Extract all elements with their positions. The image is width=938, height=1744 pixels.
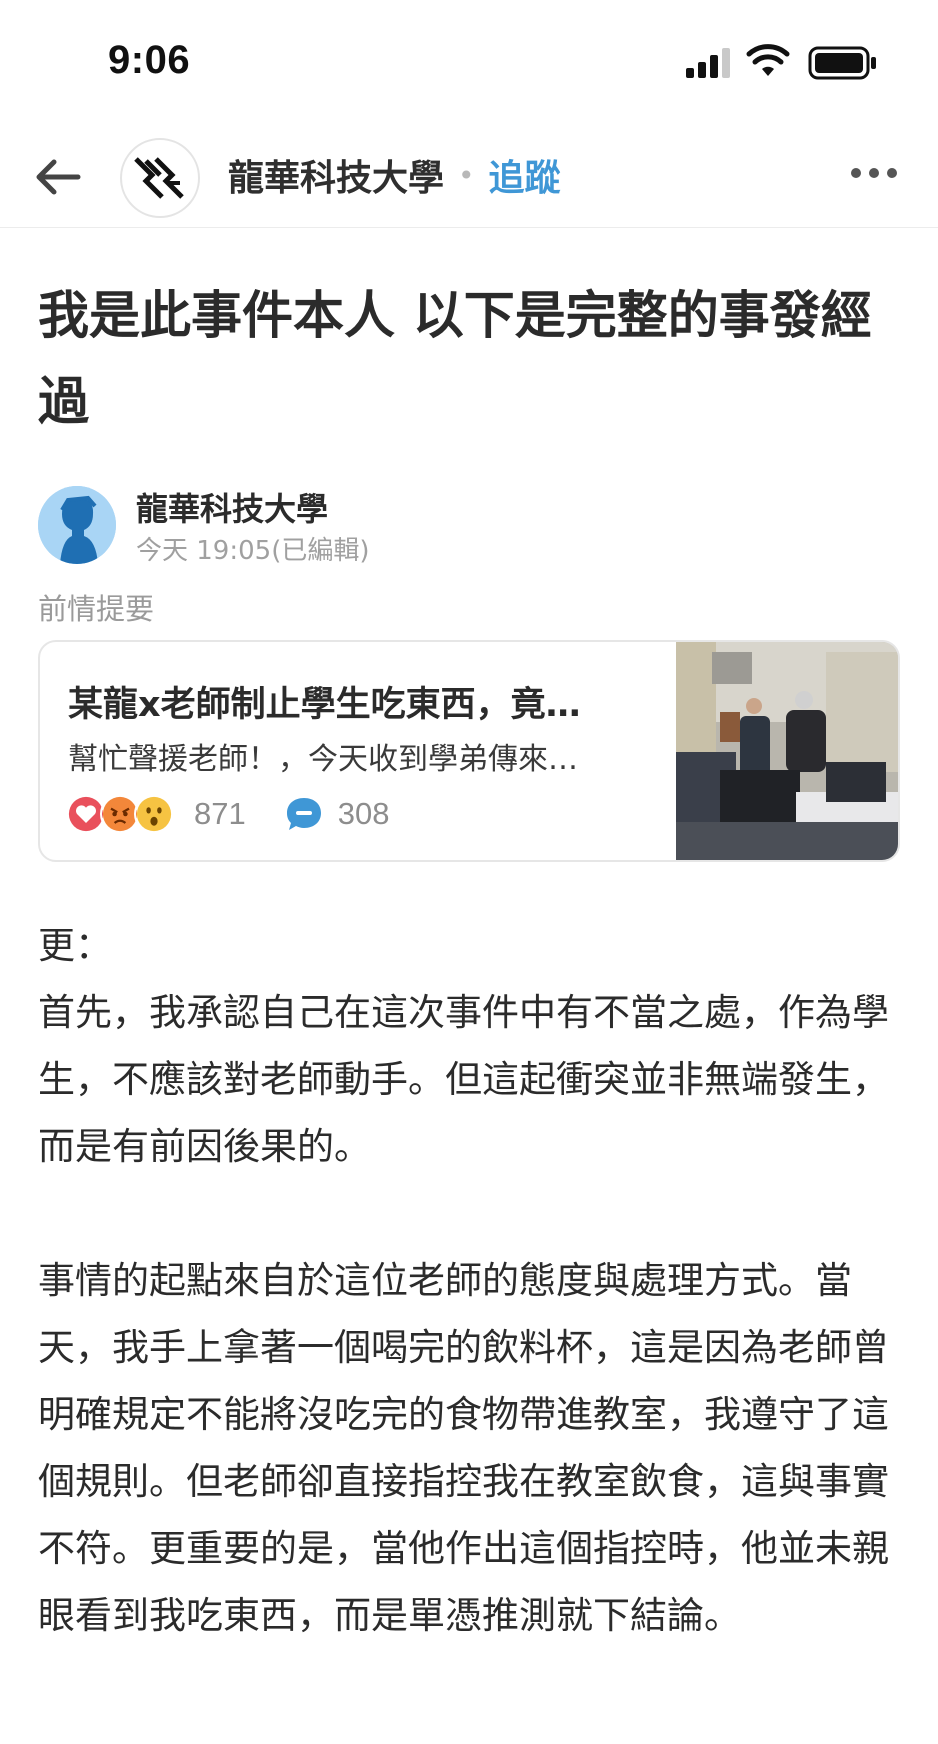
university-logo-icon <box>134 157 184 199</box>
board-avatar[interactable] <box>120 138 200 218</box>
reference-section-label: 前情提要 <box>38 592 155 626</box>
comment-count: 308 <box>337 796 390 831</box>
post-body: 更： 首先，我承認自己在這次事件中有不當之處，作為學生，不應該對老師動手。但這起… <box>38 912 906 1649</box>
board-name[interactable]: 龍華科技大學 <box>228 149 444 201</box>
classroom-photo-thumbnail <box>676 642 898 860</box>
author-name[interactable]: 龍華科技大學 <box>136 484 328 530</box>
avatar[interactable] <box>38 486 116 564</box>
follow-button[interactable]: 追蹤 <box>489 149 561 201</box>
comment-icon <box>286 798 321 830</box>
post-timestamp: 今天 19:05(已編輯) <box>136 536 370 566</box>
nav-title: 龍華科技大學 • 追蹤 <box>228 150 561 200</box>
referenced-post-title: 某龍x老師制止學生吃東西，竟… <box>68 685 581 725</box>
status-bar: 9:06 <box>0 0 938 120</box>
body-paragraph: 事情的起點來自於這位老師的態度與處理方式。當天，我手上拿著一個喝完的飲料杯，這是… <box>38 1259 889 1637</box>
referenced-post-excerpt: 幫忙聲援老師！，今天收到學弟傳來… <box>68 742 578 777</box>
cellular-signal-icon <box>686 48 730 78</box>
nav-bar: 龍華科技大學 • 追蹤 <box>0 128 938 228</box>
body-paragraph: 更： <box>38 924 112 967</box>
wifi-icon <box>746 44 790 76</box>
referenced-post-card[interactable]: 某龍x老師制止學生吃東西，竟… 幫忙聲援老師！，今天收到學弟傳來… 871 30… <box>38 640 900 862</box>
wow-reaction-icon <box>134 794 174 834</box>
reaction-count: 871 <box>194 796 246 831</box>
back-arrow-icon[interactable] <box>30 152 90 202</box>
reaction-bar: 871 308 <box>66 792 389 836</box>
title-separator: • <box>458 158 475 192</box>
more-dots-icon[interactable] <box>848 158 900 188</box>
post-title: 我是此事件本人 以下是完整的事發經過 <box>38 287 872 432</box>
battery-icon <box>808 46 876 80</box>
status-time: 9:06 <box>108 38 191 82</box>
body-paragraph: 首先，我承認自己在這次事件中有不當之處，作為學生，不應該對老師動手。但這起衝突並… <box>38 991 889 1168</box>
default-user-avatar-icon <box>38 486 116 564</box>
